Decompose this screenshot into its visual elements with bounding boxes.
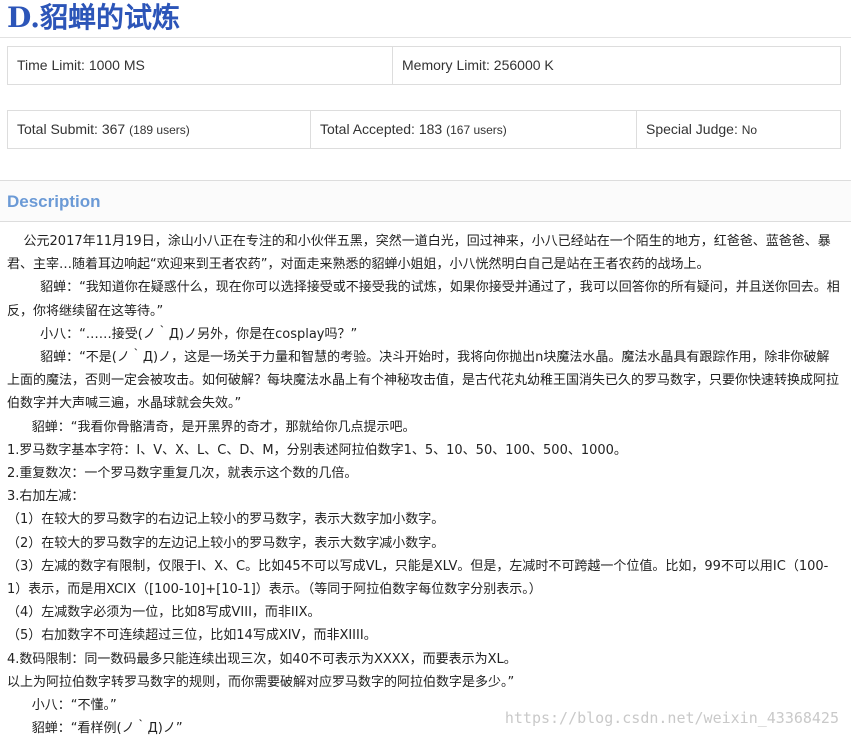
- total-accepted-label: Total Accepted:: [320, 121, 415, 137]
- total-accepted-value: 183: [418, 121, 443, 137]
- description-line: 以上为阿拉伯数字转罗马数字的规则，而你需要破解对应罗马数字的阿拉伯数字是多少。”: [7, 674, 515, 690]
- special-judge-label: Special Judge:: [646, 121, 738, 137]
- description-line: 4.数码限制：同一数码最多只能连续出现三次，如40不可表示为XXXX，而要表示为…: [7, 651, 517, 667]
- problem-title: D.貂蝉的试炼: [7, 1, 181, 34]
- total-accepted-users: (167 users): [446, 123, 507, 137]
- total-submit-cell: Total Submit: 367 (189 users): [7, 110, 311, 149]
- total-submit-value: 367: [101, 121, 126, 137]
- description-line: 3.右加左减：: [7, 489, 85, 505]
- description-line: 貂蝉：“我看你骨骼清奇，是开黑界的奇才，那就给你几点提示吧。: [7, 419, 416, 435]
- limits-row: Time Limit: 1000 MS Memory Limit: 256000…: [7, 46, 841, 85]
- special-judge-value: No: [741, 123, 758, 137]
- description-body: 公元2017年11月19日，涂山小八正在专注的和小伙伴五黑，突然一道白光，回过神…: [7, 230, 841, 740]
- special-judge-cell: Special Judge: No: [637, 110, 841, 149]
- memory-limit-cell: Memory Limit: 256000 K: [393, 46, 841, 85]
- stats-row: Total Submit: 367 (189 users) Total Acce…: [7, 110, 841, 149]
- description-line: （5）右加数字不可连续超过三位，比如14写成XIV，而非XIIII。: [7, 628, 377, 644]
- description-line: 1.罗马数字基本字符：I、V、X、L、C、D、M，分别表述阿拉伯数字1、5、10…: [7, 442, 627, 458]
- description-line: （4）左减数字必须为一位，比如8写成VIII，而非IIX。: [7, 605, 321, 621]
- time-limit-value: 1000 MS: [88, 57, 145, 73]
- description-heading: Description: [0, 181, 851, 222]
- memory-limit-label: Memory Limit:: [402, 57, 490, 73]
- total-accepted-cell: Total Accepted: 183 (167 users): [311, 110, 637, 149]
- description-line: （1）在较大的罗马数字的右边记上较小的罗马数字，表示大数字加小数字。: [7, 512, 445, 528]
- total-submit-label: Total Submit:: [17, 121, 98, 137]
- description-line: 小八：“……接受(ノ｀Д)ノ另外，你是在cosplay吗？”: [7, 326, 358, 342]
- time-limit-label: Time Limit:: [17, 57, 85, 73]
- title-divider: [0, 37, 851, 38]
- description-line: 貂蝉：“不是(ノ｀Д)ノ，这是一场关于力量和智慧的考验。决斗开始时，我将向你抛出…: [7, 350, 840, 412]
- description-line: （3）左减的数字有限制，仅限于I、X、C。比如45不可以写成VL，只能是XLV。…: [7, 558, 829, 598]
- description-line: 公元2017年11月19日，涂山小八正在专注的和小伙伴五黑，突然一道白光，回过神…: [7, 234, 831, 273]
- description-line: 貂蝉：“我知道你在疑惑什么，现在你可以选择接受或不接受我的试炼，如果你接受并通过…: [7, 280, 840, 319]
- time-limit-cell: Time Limit: 1000 MS: [7, 46, 393, 85]
- memory-limit-value: 256000 K: [493, 57, 554, 73]
- description-line: 2.重复数次：一个罗马数字重复几次，就表示这个数的几倍。: [7, 466, 358, 482]
- total-submit-users: (189 users): [129, 123, 190, 137]
- description-line: （2）在较大的罗马数字的左边记上较小的罗马数字，表示大数字减小数字。: [7, 535, 445, 551]
- blog-watermark: https://blog.csdn.net/weixin_43368425: [504, 709, 839, 727]
